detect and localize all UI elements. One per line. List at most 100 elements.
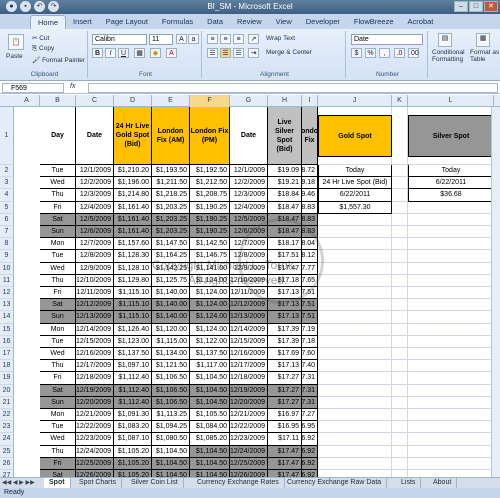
cell-day[interactable]: Fri (40, 201, 76, 214)
cell-silver[interactable]: $17.27 (268, 384, 302, 397)
cell-date2[interactable]: 12/6/2009 (230, 226, 268, 239)
cell-pm[interactable]: $1,122.00 (190, 335, 230, 348)
cell-day[interactable]: Mon (40, 238, 76, 251)
font-color-icon[interactable]: A (166, 48, 177, 58)
empty-cell[interactable] (318, 445, 392, 458)
gold-live-spot-label[interactable]: 24 Hr Live Spot (Bid) (318, 177, 392, 190)
cell-day[interactable]: Sun (40, 396, 76, 409)
row-header[interactable]: 4 (0, 189, 14, 202)
align-top-icon[interactable]: ≡ (207, 34, 218, 44)
cell-am[interactable]: $1,203.25 (152, 213, 190, 226)
cell-fix[interactable]: $17.31 (302, 396, 318, 409)
cell-date2[interactable]: 12/2/2009 (230, 177, 268, 190)
cell-day[interactable]: Thu (40, 360, 76, 373)
cell-day[interactable]: Fri (40, 287, 76, 300)
empty-cell[interactable] (392, 201, 408, 214)
cell-date[interactable]: 12/16/2009 (76, 348, 114, 361)
cell-pm[interactable]: $1,084.00 (190, 421, 230, 434)
column-header-l[interactable]: L (408, 95, 494, 107)
cell-date[interactable]: 12/25/2009 (76, 457, 114, 470)
cell-pm[interactable]: $1,104.50 (190, 445, 230, 458)
row-header[interactable]: 6 (0, 213, 14, 226)
cell-day[interactable]: Fri (40, 372, 76, 385)
cell-am[interactable]: $1,203.25 (152, 201, 190, 214)
empty-cell[interactable] (392, 274, 408, 287)
cell-day[interactable]: Tue (40, 335, 76, 348)
cell-silver[interactable]: $18.17 (268, 238, 302, 251)
empty-cell[interactable] (392, 335, 408, 348)
cell-am[interactable]: $1,115.00 (152, 335, 190, 348)
empty-cell[interactable] (392, 107, 408, 165)
format-as-table-button[interactable]: Format as Table (470, 49, 500, 63)
row-header[interactable]: 24 (0, 433, 14, 446)
cell-gold[interactable]: $1,083.20 (114, 421, 152, 434)
cell-am[interactable]: $1,193.50 (152, 165, 190, 178)
row-header[interactable]: 1 (0, 107, 14, 165)
empty-cell[interactable] (318, 226, 392, 239)
sheet-nav-icon[interactable]: ◀◀ ◀ ▶ ▶▶ (2, 479, 35, 486)
cell-silver[interactable]: $19.09 (268, 165, 302, 178)
cell-pm[interactable]: $1,104.50 (190, 396, 230, 409)
cell-fix[interactable]: $18.72 (302, 165, 318, 178)
percent-button[interactable]: % (365, 48, 376, 58)
cell-silver[interactable]: $18.47 (268, 226, 302, 239)
cell-fix[interactable]: $17.19 (302, 323, 318, 336)
column-header-a[interactable]: A (14, 95, 40, 107)
cell-silver[interactable]: $17.51 (268, 250, 302, 263)
row-header[interactable]: 16 (0, 335, 14, 348)
empty-cell[interactable] (318, 348, 392, 361)
cell-gold[interactable]: $1,128.10 (114, 262, 152, 275)
tab-view[interactable]: View (269, 15, 299, 29)
cell-gold[interactable]: $1,123.00 (114, 335, 152, 348)
align-middle-icon[interactable]: ≡ (220, 34, 231, 44)
empty-cell[interactable] (408, 396, 494, 409)
cell-silver[interactable]: $16.95 (268, 421, 302, 434)
cell-pm[interactable]: $1,104.50 (190, 384, 230, 397)
cell-gold[interactable]: $1,137.50 (114, 348, 152, 361)
cell-day[interactable]: Wed (40, 177, 76, 190)
cell-day[interactable]: Tue (40, 165, 76, 178)
empty-cell[interactable] (318, 299, 392, 312)
sheet-tab-currency-exchange-raw-data[interactable]: Currency Exchange Raw Data (282, 478, 388, 488)
cell-fix[interactable]: $17.51 (302, 311, 318, 324)
column-header-f[interactable]: F (190, 95, 230, 107)
header-day[interactable]: Day (40, 107, 76, 165)
cell-day[interactable]: Thu (40, 274, 76, 287)
cell-silver[interactable]: $17.47 (268, 262, 302, 275)
sheet-tab-spot[interactable]: Spot (44, 478, 71, 488)
cell-date2[interactable]: 12/7/2009 (230, 238, 268, 251)
row-header[interactable]: 21 (0, 396, 14, 409)
cell-date2[interactable]: 12/4/2009 (230, 201, 268, 214)
cell-date2[interactable]: 12/25/2009 (230, 457, 268, 470)
sheet-tab-about[interactable]: About (428, 478, 458, 488)
cell-day[interactable]: Thu (40, 189, 76, 202)
empty-cell[interactable] (408, 287, 494, 300)
row-header[interactable]: 15 (0, 323, 14, 336)
cell-date2[interactable]: 12/20/2009 (230, 396, 268, 409)
cell-date2[interactable]: 12/11/2009 (230, 287, 268, 300)
empty-cell[interactable] (408, 372, 494, 385)
cell-am[interactable]: $1,120.00 (152, 323, 190, 336)
cell-pm[interactable]: $1,137.50 (190, 348, 230, 361)
cell-am[interactable]: $1,106.50 (152, 396, 190, 409)
cell-date2[interactable]: 12/13/2009 (230, 311, 268, 324)
cell-pm[interactable]: $1,117.00 (190, 360, 230, 373)
empty-cell[interactable] (392, 360, 408, 373)
cell-silver[interactable]: $17.11 (268, 433, 302, 446)
empty-cell[interactable] (318, 250, 392, 263)
cell-pm[interactable]: $1,190.25 (190, 226, 230, 239)
empty-cell[interactable] (408, 238, 494, 251)
row-header[interactable]: 26 (0, 457, 14, 470)
row-header[interactable]: 5 (0, 201, 14, 214)
empty-cell[interactable] (392, 287, 408, 300)
cell-gold[interactable]: $1,105.20 (114, 457, 152, 470)
close-icon[interactable]: ✕ (484, 1, 498, 12)
empty-cell[interactable] (392, 372, 408, 385)
cell-silver[interactable]: $17.47 (268, 445, 302, 458)
cell-am[interactable]: $1,125.75 (152, 274, 190, 287)
cell-am[interactable]: $1,134.00 (152, 348, 190, 361)
cell-gold[interactable]: $1,097.10 (114, 360, 152, 373)
tab-developer[interactable]: Developer (299, 15, 347, 29)
cell-fix[interactable]: $18.04 (302, 238, 318, 251)
formula-input[interactable] (88, 83, 498, 93)
